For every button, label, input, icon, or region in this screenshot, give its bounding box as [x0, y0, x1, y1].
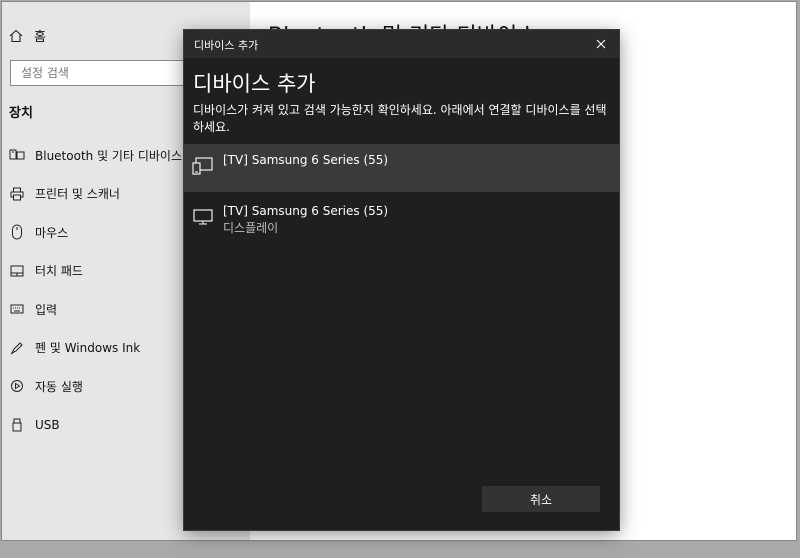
dialog-heading: 디바이스 추가: [193, 72, 316, 96]
cancel-button[interactable]: 취소: [482, 486, 600, 512]
dialog-window-title: 디바이스 추가: [194, 39, 259, 52]
home-label: 홈: [34, 30, 46, 45]
sidebar-item-label: 입력: [35, 302, 58, 317]
close-icon: [596, 39, 606, 49]
add-device-dialog: 디바이스 추가 디바이스 추가 디바이스가 켜져 있고 검색 가능한지 확인하세…: [184, 30, 619, 530]
sidebar-item-label: 마우스: [35, 225, 69, 240]
mouse-icon: [9, 224, 25, 240]
device-name: [TV] Samsung 6 Series (55): [223, 153, 389, 167]
sidebar-item-label: 프린터 및 스캐너: [35, 187, 120, 202]
sidebar-item-label: USB: [35, 417, 60, 432]
sidebar-item-label: 자동 실행: [35, 379, 83, 394]
dialog-description: 디바이스가 켜져 있고 검색 가능한지 확인하세요. 아래에서 연결할 디바이스…: [193, 103, 607, 134]
sidebar-item-label: Bluetooth 및 기타 디바이스: [35, 148, 182, 163]
section-title: 장치: [9, 106, 33, 121]
autoplay-icon: [9, 378, 25, 394]
pen-icon: [9, 340, 25, 356]
usb-icon: [9, 417, 25, 433]
home-icon: [8, 28, 24, 44]
sidebar-home[interactable]: 홈: [8, 26, 46, 45]
dialog-titlebar: 디바이스 추가: [184, 30, 619, 58]
sidebar-item-label: 터치 패드: [35, 264, 83, 279]
close-button[interactable]: [591, 34, 611, 54]
device-list-item[interactable]: [TV] Samsung 6 Series (55): [184, 144, 619, 192]
keyboard-icon: [9, 301, 25, 317]
printer-icon: [9, 186, 25, 202]
monitor-icon: [192, 207, 214, 227]
device-type: 디스플레이: [223, 221, 279, 235]
sidebar-item-label: 펜 및 Windows Ink: [35, 341, 141, 356]
touchpad-icon: [9, 263, 25, 279]
bluetooth-devices-icon: [9, 147, 25, 163]
device-list-item[interactable]: [TV] Samsung 6 Series (55) 디스플레이: [184, 195, 619, 243]
cast-device-icon: [192, 156, 214, 176]
device-name: [TV] Samsung 6 Series (55): [223, 204, 389, 218]
